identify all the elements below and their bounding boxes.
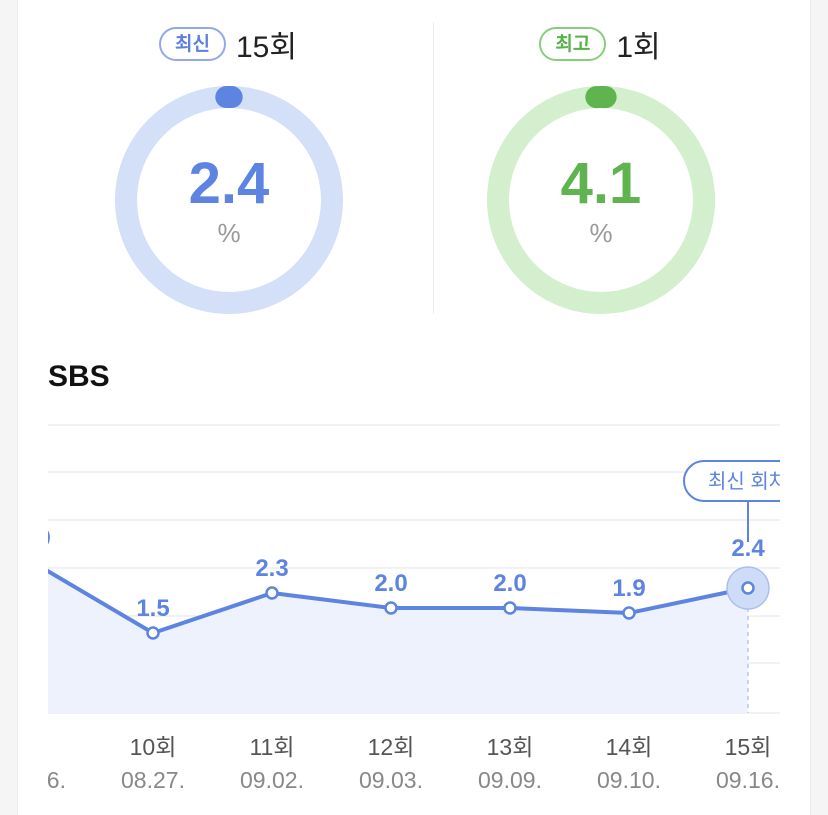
data-point [622, 606, 636, 620]
x-date-label: 09.03. [359, 767, 423, 793]
latest-rating-value: 2.4 [188, 151, 270, 216]
latest-gauge: 2.4 % [115, 86, 343, 314]
x-date-label: 09.02. [240, 767, 304, 793]
x-tick-label: 13회 [487, 734, 534, 760]
data-label: 1.9 [612, 575, 645, 602]
latest-episode: 15회 [235, 31, 297, 64]
best-episode: 1회 [616, 31, 661, 64]
best-rating-unit: % [589, 218, 613, 248]
x-date-label: 09.09. [478, 767, 542, 793]
best-rating-value: 4.1 [560, 151, 642, 216]
x-tick-label: 14회 [606, 734, 653, 760]
data-point [384, 601, 398, 615]
data-label: 2.0 [493, 570, 526, 597]
best-badge: 최고 [539, 27, 607, 61]
x-tick-label: 15회 [725, 734, 772, 760]
x-date-label: 08.26. [48, 767, 66, 793]
data-label: 2.3 [255, 555, 288, 582]
latest-badge: 최신 [159, 27, 226, 61]
channel-title: SBS [48, 360, 110, 393]
data-label: 2.9 [48, 525, 51, 552]
best-rating: 최고 1회 4.1 % [410, 0, 790, 320]
latest-rating: 최신 15회 2.4 % [38, 0, 418, 320]
best-gauge: 4.1 % [487, 86, 715, 314]
latest-callout-label: 최신 회차 [708, 470, 780, 493]
x-tick-label: 11회 [249, 734, 294, 760]
data-label: 2.0 [374, 570, 407, 597]
x-date-label: 09.16. [716, 767, 780, 793]
data-label: 1.5 [136, 595, 169, 622]
x-tick-label: 12회 [368, 734, 415, 760]
x-tick-label: 10회 [130, 734, 177, 760]
data-point [741, 581, 755, 595]
data-point [503, 601, 517, 615]
x-date-label: 08.27. [121, 767, 185, 793]
data-point [265, 586, 279, 600]
x-date-label: 09.10. [597, 767, 661, 793]
ratings-chart-svg: 2.9 9회 08.26. 1.5 10회 08.27. 2.3 11회 09.02. 2.0 12… [48, 424, 780, 793]
ratings-chart[interactable]: 2.9 9회 08.26. 1.5 10회 08.27. 2.3 11회 09.02. 2.0 12… [48, 420, 780, 815]
latest-header: 최신 15회 [38, 22, 418, 66]
data-point [146, 626, 160, 640]
latest-rating-unit: % [217, 218, 241, 248]
best-header: 최고 1회 [410, 22, 790, 66]
x-tick-label: 9회 [48, 734, 51, 760]
